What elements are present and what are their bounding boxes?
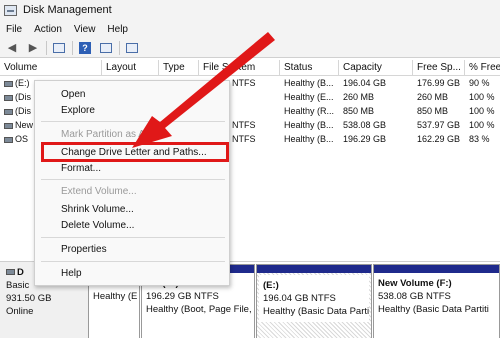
col-percent-free[interactable]: % Free: [465, 60, 500, 76]
menu-help[interactable]: Help: [107, 24, 128, 35]
disk-management-icon: [4, 4, 17, 16]
toolbar: ◀ ▶ ?: [0, 38, 500, 58]
help-icon[interactable]: ?: [77, 41, 93, 55]
volume-name: OS: [15, 134, 29, 144]
menu-action[interactable]: Action: [34, 24, 62, 35]
volume-name: (Dis: [15, 92, 31, 102]
volume-name: (Dis: [15, 106, 31, 116]
partition-status: Healthy (Boot, Page File, C: [146, 304, 254, 315]
title-bar: Disk Management: [0, 0, 500, 20]
window-title: Disk Management: [23, 4, 112, 16]
free-space: 176.99 GB: [417, 78, 461, 88]
partition-size: 538.08 GB NTFS: [378, 291, 451, 302]
disk-icon: [6, 269, 15, 276]
highlight-box: [41, 142, 229, 162]
menu-properties[interactable]: Properties: [61, 243, 107, 257]
view-icon[interactable]: [124, 41, 140, 55]
partition-size: 196.04 GB NTFS: [263, 293, 336, 304]
percent-free: 100 %: [469, 106, 495, 116]
file-system: NTFS: [232, 134, 256, 144]
free-space: 850 MB: [417, 106, 449, 116]
capacity: 196.29 GB: [343, 134, 387, 144]
percent-free: 100 %: [469, 120, 495, 130]
col-file-system[interactable]: File System: [199, 60, 280, 76]
free-space: 162.29 GB: [417, 134, 461, 144]
menu-file[interactable]: File: [6, 24, 22, 35]
toolbar-divider: [72, 40, 73, 55]
context-menu: Open Explore Mark Partition as Active Ch…: [34, 80, 230, 286]
volume-icon: [4, 94, 13, 101]
status: Healthy (E...: [284, 92, 334, 102]
col-free-space[interactable]: Free Sp...: [413, 60, 465, 76]
col-volume[interactable]: Volume: [0, 60, 102, 76]
volume-icon: [4, 80, 13, 87]
status: Healthy (B...: [284, 134, 334, 144]
menu-open[interactable]: Open: [61, 88, 85, 102]
volume-icon: [4, 136, 13, 143]
properties-icon[interactable]: [98, 41, 114, 55]
col-type[interactable]: Type: [159, 60, 199, 76]
disk-state: Online: [6, 306, 34, 317]
percent-free: 90 %: [469, 78, 490, 88]
status: Healthy (B...: [284, 120, 334, 130]
partition-size: 196.29 GB NTFS: [146, 291, 219, 302]
disk-label: D: [17, 267, 24, 278]
volume-icon: [4, 108, 13, 115]
menu-divider: [41, 121, 225, 122]
capacity: 538.08 GB: [343, 120, 387, 130]
capacity: 260 MB: [343, 92, 375, 102]
status: Healthy (B...: [284, 78, 334, 88]
menu-divider: [41, 261, 225, 262]
volume-name: (E:): [15, 78, 30, 88]
console-tree-icon[interactable]: [51, 41, 67, 55]
percent-free: 83 %: [469, 134, 490, 144]
col-capacity[interactable]: Capacity: [339, 60, 413, 76]
toolbar-divider: [46, 40, 47, 55]
volume-icon: [4, 122, 13, 129]
menu-extend-volume: Extend Volume...: [61, 186, 137, 197]
menu-format[interactable]: Format...: [61, 162, 101, 176]
menu-divider: [41, 237, 225, 238]
toolbar-divider: [119, 40, 120, 55]
percent-free: 100 %: [469, 92, 495, 102]
menu-explore[interactable]: Explore: [61, 104, 95, 118]
back-icon[interactable]: ◀: [4, 41, 20, 55]
menu-delete-volume[interactable]: Delete Volume...: [61, 219, 134, 233]
status: Healthy (R...: [284, 106, 335, 116]
capacity: 850 MB: [343, 106, 375, 116]
partition-bar: [374, 265, 499, 273]
free-space: 260 MB: [417, 92, 449, 102]
volume-list-header: Volume Layout Type File System Status Ca…: [0, 60, 500, 76]
menu-mark-active: Mark Partition as Active: [61, 129, 166, 140]
partition-block[interactable]: (E:) 196.04 GB NTFS Healthy (Basic Data …: [256, 264, 372, 338]
file-system: NTFS: [232, 120, 256, 130]
free-space: 537.97 GB: [417, 120, 461, 130]
menu-help[interactable]: Help: [61, 267, 82, 281]
col-status[interactable]: Status: [280, 60, 339, 76]
volume-name: New: [15, 120, 34, 130]
partition-name: (E:): [263, 280, 279, 291]
col-layout[interactable]: Layout: [102, 60, 159, 76]
partition-status: Healthy (E: [93, 291, 138, 302]
menu-shrink-volume[interactable]: Shrink Volume...: [61, 203, 134, 217]
disk-size: 931.50 GB: [6, 293, 52, 304]
partition-bar: [257, 265, 371, 273]
capacity: 196.04 GB: [343, 78, 387, 88]
file-system: NTFS: [232, 78, 256, 88]
menu-view[interactable]: View: [74, 24, 96, 35]
partition-status: Healthy (Basic Data Partiti: [263, 306, 369, 317]
menu-bar: File Action View Help: [0, 20, 500, 38]
partition-name: New Volume (F:): [378, 278, 452, 289]
forward-icon[interactable]: ▶: [25, 41, 41, 55]
partition-block[interactable]: New Volume (F:) 538.08 GB NTFS Healthy (…: [373, 264, 500, 338]
partition-status: Healthy (Basic Data Partiti: [378, 304, 489, 315]
menu-divider: [41, 179, 225, 180]
